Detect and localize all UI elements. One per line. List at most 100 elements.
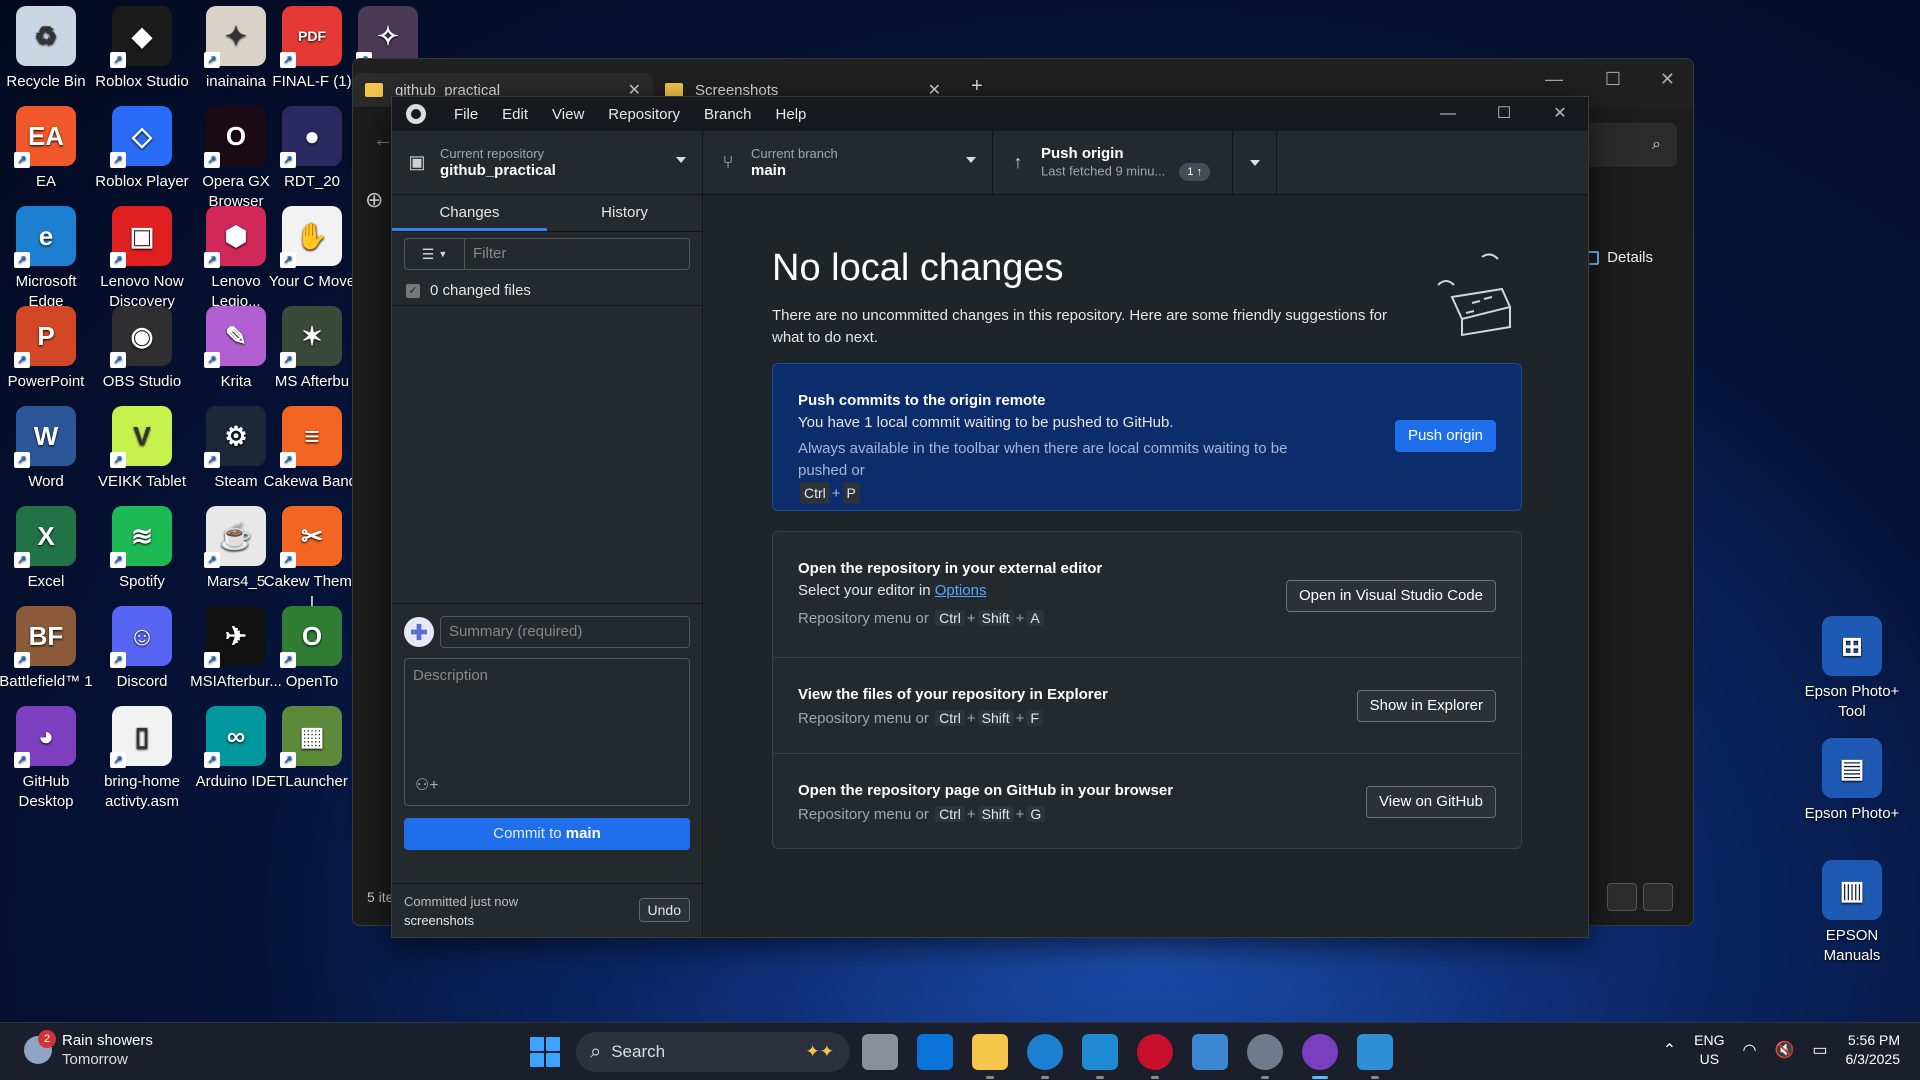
- mute-icon[interactable]: 🔇: [1774, 1040, 1794, 1060]
- app-icon: PDF ↗: [280, 6, 342, 68]
- menu-file[interactable]: File: [442, 106, 490, 123]
- repo-value: github_practical: [440, 161, 556, 179]
- filter-options-button[interactable]: ☰ ▼: [404, 238, 464, 270]
- desktop-icon[interactable]: ◉ ↗ OBS Studio: [92, 306, 192, 392]
- close-icon[interactable]: ✕: [1660, 69, 1675, 90]
- shortcut-arrow-icon: ↗: [14, 152, 30, 168]
- github-desktop-taskbar-icon[interactable]: [1302, 1034, 1338, 1079]
- back-arrow-icon[interactable]: ←: [373, 129, 393, 152]
- language-indicator[interactable]: ENG US: [1694, 1031, 1724, 1069]
- menu-branch[interactable]: Branch: [692, 106, 764, 123]
- desktop-icon[interactable]: V ↗ VEIKK Tablet: [92, 406, 192, 492]
- desktop-icon-label: GitHub Desktop: [18, 773, 74, 810]
- start-button[interactable]: [530, 1037, 560, 1067]
- desktop-icon[interactable]: e ↗ Microsoft Edge: [0, 206, 96, 312]
- edge-taskbar-icon[interactable]: [1027, 1034, 1063, 1079]
- description-field[interactable]: Description ⚇+: [404, 658, 690, 806]
- opera-gx-taskbar-icon[interactable]: [1137, 1034, 1173, 1079]
- desktop-icon[interactable]: P ↗ PowerPoint: [0, 306, 96, 392]
- desktop-icon[interactable]: ≋ ↗ Spotify: [92, 506, 192, 592]
- desktop-icon[interactable]: ☺ ↗ Discord: [92, 606, 192, 692]
- desktop-icon[interactable]: ⊞ Epson Photo+ Tool: [1802, 616, 1902, 722]
- wifi-icon[interactable]: ◠: [1742, 1040, 1756, 1060]
- push-options-dropdown[interactable]: [1233, 131, 1277, 194]
- add-coauthor-icon[interactable]: ⚇+: [415, 775, 439, 795]
- shortcut-arrow-icon: ↗: [14, 352, 30, 368]
- taskbar-search[interactable]: ⌕ Search ✦✦: [576, 1032, 850, 1072]
- options-link[interactable]: Options: [935, 582, 987, 599]
- weather-widget[interactable]: 2 Rain showers Tomorrow: [24, 1030, 153, 1069]
- desktop-icon[interactable]: ✶ ↗ MS Afterbu: [262, 306, 362, 392]
- minimize-icon[interactable]: —: [1545, 69, 1563, 90]
- desktop-icon[interactable]: ≡ ↗ Cakewa Bandl: [262, 406, 362, 492]
- tab-history[interactable]: History: [547, 195, 702, 231]
- desktop-icon[interactable]: ◆ ↗ Roblox Studio: [92, 6, 192, 92]
- view-on-github-button[interactable]: View on GitHub: [1366, 786, 1496, 818]
- desktop-icon[interactable]: ▣ ↗ Lenovo Now Discovery: [92, 206, 192, 312]
- close-icon[interactable]: ✕: [1532, 97, 1588, 131]
- microsoft-store-icon[interactable]: [917, 1034, 953, 1070]
- details-view-icon[interactable]: [1607, 883, 1637, 911]
- desktop-icon[interactable]: ♻ Recycle Bin: [0, 6, 96, 92]
- open-in-editor-button[interactable]: Open in Visual Studio Code: [1285, 580, 1496, 612]
- desktop-icon[interactable]: ▥ EPSON Manuals: [1802, 860, 1902, 966]
- push-origin-card-button[interactable]: Push origin: [1394, 420, 1496, 452]
- clock[interactable]: 5:56 PM 6/3/2025: [1846, 1031, 1901, 1069]
- kbd-ctrl: Ctrl: [935, 710, 965, 726]
- desktop-icon[interactable]: X ↗ Excel: [0, 506, 96, 592]
- tiles-view-icon[interactable]: [1643, 883, 1673, 911]
- shortcut-arrow-icon: ↗: [204, 352, 220, 368]
- commit-button[interactable]: Commit to main: [404, 818, 690, 850]
- desktop-icon[interactable]: ◇ ↗ Roblox Player: [92, 106, 192, 192]
- new-tab-button[interactable]: +: [971, 75, 983, 98]
- add-icon[interactable]: ⊕: [365, 187, 383, 213]
- show-in-explorer-button[interactable]: Show in Explorer: [1356, 690, 1496, 722]
- desktop-icon-label: Epson Photo+: [1804, 805, 1900, 822]
- desktop-icon[interactable]: ◕ ↗ GitHub Desktop: [0, 706, 96, 812]
- select-all-checkbox[interactable]: ✓: [406, 283, 420, 298]
- maximize-icon[interactable]: ☐: [1476, 97, 1532, 131]
- menu-bar: File Edit View Repository Branch Help: [442, 106, 818, 123]
- app-icon: ∞ ↗: [204, 706, 266, 768]
- menu-view[interactable]: View: [540, 106, 596, 123]
- desktop-icon[interactable]: ✂ ↗ Cakew Theme I: [262, 506, 362, 612]
- menu-repository[interactable]: Repository: [596, 106, 692, 123]
- current-repository-dropdown[interactable]: ▣ Current repository github_practical: [392, 131, 703, 194]
- battery-icon[interactable]: ▭: [1812, 1040, 1827, 1060]
- settings-gear-icon[interactable]: [1247, 1034, 1283, 1079]
- minimize-icon[interactable]: —: [1420, 97, 1476, 131]
- app-glyph: O: [301, 621, 323, 651]
- photos-taskbar-icon[interactable]: [1192, 1034, 1228, 1070]
- desktop-icon[interactable]: ▯ ↗ bring-home activty.asm: [92, 706, 192, 812]
- shortcut-arrow-icon: ↗: [110, 52, 126, 68]
- desktop-icon[interactable]: W ↗ Word: [0, 406, 96, 492]
- explorer-card-hint-text: Repository menu or: [798, 710, 929, 727]
- summary-input[interactable]: Summary (required): [440, 616, 690, 648]
- desktop-icon[interactable]: ● ↗ RDT_20: [262, 106, 362, 192]
- menu-edit[interactable]: Edit: [490, 106, 540, 123]
- file-explorer-taskbar-icon[interactable]: [972, 1034, 1008, 1079]
- app-glyph: ▣: [129, 221, 155, 251]
- task-view-icon[interactable]: [862, 1034, 898, 1070]
- desktop-icon[interactable]: ▦ ↗ TLauncher: [262, 706, 362, 792]
- maximize-icon[interactable]: ☐: [1605, 69, 1621, 90]
- desktop-icon[interactable]: O ↗ OpenTo: [262, 606, 362, 692]
- chevron-up-icon[interactable]: ⌃: [1663, 1040, 1676, 1060]
- vscode-taskbar-icon[interactable]: [1082, 1034, 1118, 1079]
- editor-card-hint-text: Repository menu or: [798, 610, 929, 627]
- desktop-icon[interactable]: BF ↗ Battlefield™ 1: [0, 606, 96, 692]
- notepad-taskbar-icon[interactable]: [1357, 1034, 1393, 1079]
- push-origin-button[interactable]: ↑ Push origin Last fetched 9 minu... 1 ↑: [993, 131, 1233, 194]
- branch-value: main: [751, 161, 787, 179]
- lang-code: ENG: [1694, 1032, 1725, 1048]
- undo-button[interactable]: Undo: [638, 898, 690, 922]
- details-button[interactable]: Details: [1583, 249, 1653, 266]
- tab-changes[interactable]: Changes: [392, 195, 547, 231]
- no-changes-view: No local changes There are no uncommitte…: [704, 195, 1588, 937]
- desktop-icon[interactable]: ✋ ↗ Your C Move: [262, 206, 362, 292]
- filter-input[interactable]: Filter: [464, 238, 690, 270]
- desktop-icon[interactable]: EA ↗ EA: [0, 106, 96, 192]
- desktop-icon[interactable]: ▤ Epson Photo+: [1802, 738, 1902, 824]
- menu-help[interactable]: Help: [764, 106, 819, 123]
- current-branch-dropdown[interactable]: ⑂ Current branch main: [703, 131, 993, 194]
